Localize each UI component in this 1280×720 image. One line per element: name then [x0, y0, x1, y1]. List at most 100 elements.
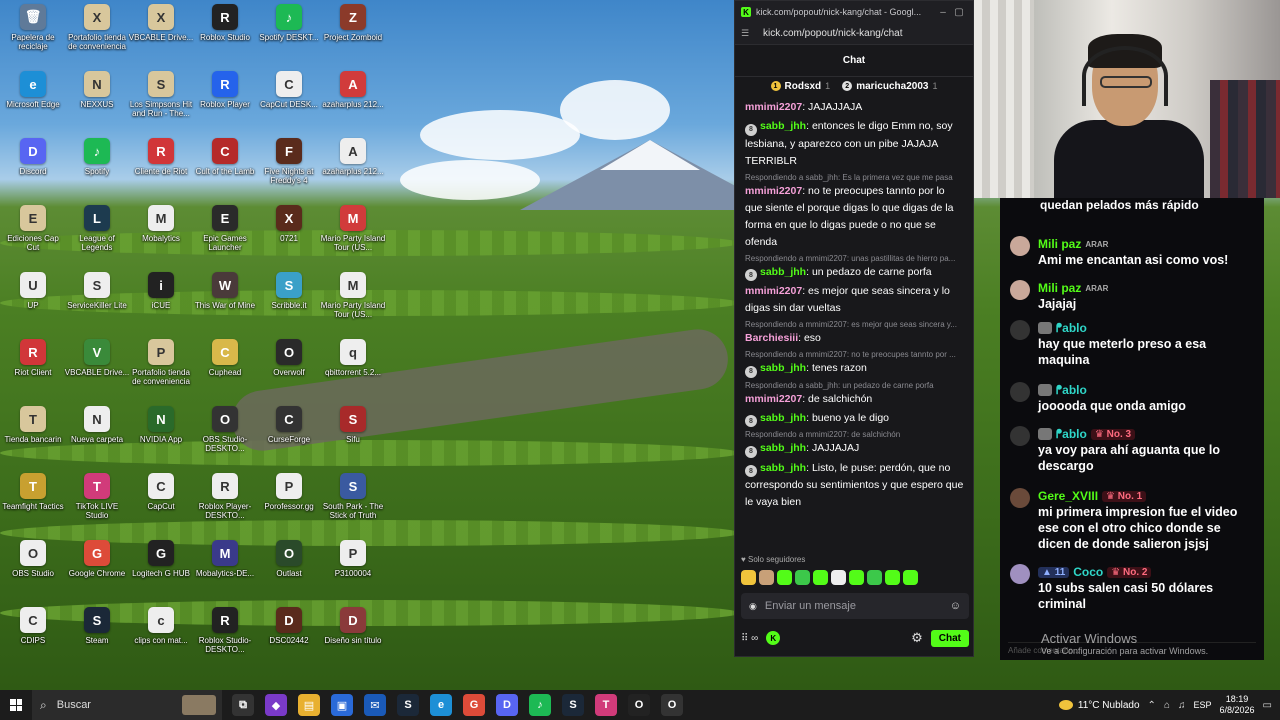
desktop-icon[interactable]: R Roblox Player: [192, 71, 258, 135]
start-button[interactable]: [0, 690, 32, 720]
desktop-icon[interactable]: q qbittorrent 5.2...: [320, 339, 386, 403]
desktop-icon[interactable]: T Tienda bancarin: [0, 406, 66, 470]
desktop-icon[interactable]: R Roblox Player-DESKTO...: [192, 473, 258, 537]
chat-username[interactable]: mmimi2207: [745, 393, 802, 405]
chat-message[interactable]: mmimi2207: no te preocupes tannto por lo…: [745, 183, 965, 251]
taskbar-app-icon[interactable]: ▣: [331, 694, 353, 716]
emote-icon[interactable]: [795, 570, 810, 585]
address-bar[interactable]: ☰ kick.com/popout/nick-kang/chat: [735, 23, 973, 45]
taskbar-app-icon[interactable]: e: [430, 694, 452, 716]
desktop-icon[interactable]: R Riot Client: [0, 339, 66, 403]
desktop-icon[interactable]: R Cliente de Riot: [128, 138, 194, 202]
chat-tools-icon[interactable]: ⠿ ∞: [741, 633, 758, 644]
desktop-icon[interactable]: N Nueva carpeta: [64, 406, 130, 470]
emote-icon[interactable]: [849, 570, 864, 585]
desktop-icon[interactable]: i iCUE: [128, 272, 194, 336]
taskbar-app-icon[interactable]: D: [496, 694, 518, 716]
desktop-icon[interactable]: R Roblox Studio-DESKTO...: [192, 607, 258, 671]
desktop-icon[interactable]: X Portafolio tienda de conveniencia: [64, 4, 130, 68]
desktop-icon[interactable]: e Microsoft Edge: [0, 71, 66, 135]
chat-message[interactable]: Barchiesiii: eso: [745, 330, 965, 347]
desktop-icon[interactable]: C Cult of the Lamb: [192, 138, 258, 202]
weather-widget[interactable]: 11°C Nublado: [1058, 700, 1140, 711]
desktop-icon[interactable]: C CurseForge: [256, 406, 322, 470]
desktop-icon[interactable]: T Teamfight Tactics: [0, 473, 66, 537]
emote-icon[interactable]: [759, 570, 774, 585]
desktop-icon[interactable]: N NEXXUS: [64, 71, 130, 135]
message-input[interactable]: ◉ Enviar un mensaje ☺: [741, 593, 969, 619]
emote-icon[interactable]: [777, 570, 792, 585]
chat-username[interactable]: mmimi2207: [745, 101, 802, 113]
emote-icon[interactable]: [867, 570, 882, 585]
chat-username[interactable]: sabb_jhh: [760, 362, 806, 374]
chat-message[interactable]: 8 sabb_jhh: tenes razon: [745, 360, 965, 378]
desktop-icon[interactable]: C CDIPS: [0, 607, 66, 671]
desktop-icon[interactable]: Aazaharplus 212...: [320, 71, 386, 135]
taskbar-app-icon[interactable]: G: [463, 694, 485, 716]
chat-username[interactable]: mmimi2207: [745, 185, 802, 197]
desktop-icon[interactable]: N NVIDIA App: [128, 406, 194, 470]
chat-message[interactable]: 8 sabb_jhh: JAJJAJAJ: [745, 440, 965, 458]
desktop-icon[interactable]: ♪ Spotify DESKT...: [256, 4, 322, 68]
chat-username[interactable]: mmimi2207: [745, 285, 802, 297]
desktop-icon[interactable]: R Roblox Studio: [192, 4, 258, 68]
reply-reference[interactable]: Respondiendo a mmimi2207: de salchichón: [745, 429, 965, 440]
chat-message[interactable]: 8 sabb_jhh: entonces le digo Emm no, soy …: [745, 118, 965, 170]
desktop-icon[interactable]: S ServiceKiller Lite: [64, 272, 130, 336]
chat-message[interactable]: 8 sabb_jhh: Listo, le puse: perdón, que n…: [745, 460, 965, 512]
desktop-icon[interactable]: P Portafolio tienda de conveniencia: [128, 339, 194, 403]
desktop-icon[interactable]: S Sifu: [320, 406, 386, 470]
site-settings-icon[interactable]: ☰: [741, 28, 755, 39]
clock[interactable]: 18:19 6/8/2026: [1220, 694, 1255, 716]
chat-username[interactable]: sabb_jhh: [760, 442, 806, 454]
window-titlebar[interactable]: K kick.com/popout/nick-kang/chat - Googl…: [735, 1, 973, 23]
chevron-up-icon[interactable]: ⌃: [1148, 700, 1156, 711]
desktop-icon[interactable]: C CapCut DESK...: [256, 71, 322, 135]
desktop-icon[interactable]: Z Project Zomboid: [320, 4, 386, 68]
reply-reference[interactable]: Respondiendo a sabb_jhh: un pedazo de ca…: [745, 380, 965, 391]
taskbar-app-icon[interactable]: T: [595, 694, 617, 716]
gifter-entry[interactable]: 2 maricucha2003 1: [842, 81, 937, 92]
desktop-icon[interactable]: c clips con mat...: [128, 607, 194, 671]
emote-icon[interactable]: [813, 570, 828, 585]
desktop-icon[interactable]: G Google Chrome: [64, 540, 130, 604]
chat-username[interactable]: Barchiesiii: [745, 332, 798, 344]
taskbar-app-icon[interactable]: ▤: [298, 694, 320, 716]
desktop-icon[interactable]: S Los Simpsons Hit and Run - The...: [128, 71, 194, 135]
gear-icon[interactable]: ⚙: [911, 630, 923, 646]
notification-icon[interactable]: ▭: [1263, 700, 1272, 711]
desktop-icon[interactable]: C CapCut: [128, 473, 194, 537]
chat-username[interactable]: sabb_jhh: [760, 266, 806, 278]
language-indicator[interactable]: ESP: [1193, 700, 1211, 710]
emoji-icon[interactable]: ☺: [950, 600, 961, 612]
desktop-icon[interactable]: O Overwolf: [256, 339, 322, 403]
desktop-icon[interactable]: D Discord: [0, 138, 66, 202]
reply-reference[interactable]: Respondiendo a mmimi2207: no te preocupe…: [745, 349, 965, 360]
taskbar-app-icon[interactable]: O: [661, 694, 683, 716]
emote-icon[interactable]: [903, 570, 918, 585]
emote-icon[interactable]: [831, 570, 846, 585]
taskbar-app-icon[interactable]: ⧉: [232, 694, 254, 716]
taskbar-search[interactable]: ⌕ Buscar: [32, 690, 222, 720]
desktop-icon[interactable]: Aazaharplus 212...: [320, 138, 386, 202]
kick-badge-icon[interactable]: K: [766, 631, 781, 645]
pin-icon[interactable]: ◉: [749, 601, 757, 612]
desktop-icon[interactable]: M Mobalytics-DE...: [192, 540, 258, 604]
chat-message[interactable]: 8 sabb_jhh: bueno ya le digo: [745, 410, 965, 427]
reply-reference[interactable]: Respondiendo a mmimi2207: es mejor que s…: [745, 319, 965, 330]
emote-bar[interactable]: [741, 570, 918, 585]
taskbar-app-icon[interactable]: ✉: [364, 694, 386, 716]
desktop-icon[interactable]: L League of Legends: [64, 205, 130, 269]
desktop-icon[interactable]: X 0721: [256, 205, 322, 269]
desktop-icon[interactable]: W This War of Mine: [192, 272, 258, 336]
desktop-icon[interactable]: O Outlast: [256, 540, 322, 604]
kick-chat-window[interactable]: K kick.com/popout/nick-kang/chat - Googl…: [734, 0, 974, 657]
desktop-icon[interactable]: O OBS Studio: [0, 540, 66, 604]
desktop-icon[interactable]: O OBS Studio-DESKTO...: [192, 406, 258, 470]
reply-reference[interactable]: Respondiendo a mmimi2207: unas pastillit…: [745, 253, 965, 264]
desktop-icon[interactable]: P P3100004: [320, 540, 386, 604]
chat-message[interactable]: mmimi2207: JAJAJJAJA: [745, 99, 965, 116]
taskbar-app-icon[interactable]: S: [562, 694, 584, 716]
chat-message[interactable]: mmimi2207: es mejor que seas sincera y l…: [745, 283, 965, 317]
desktop-icon[interactable]: X VBCABLE Drive...: [128, 4, 194, 68]
